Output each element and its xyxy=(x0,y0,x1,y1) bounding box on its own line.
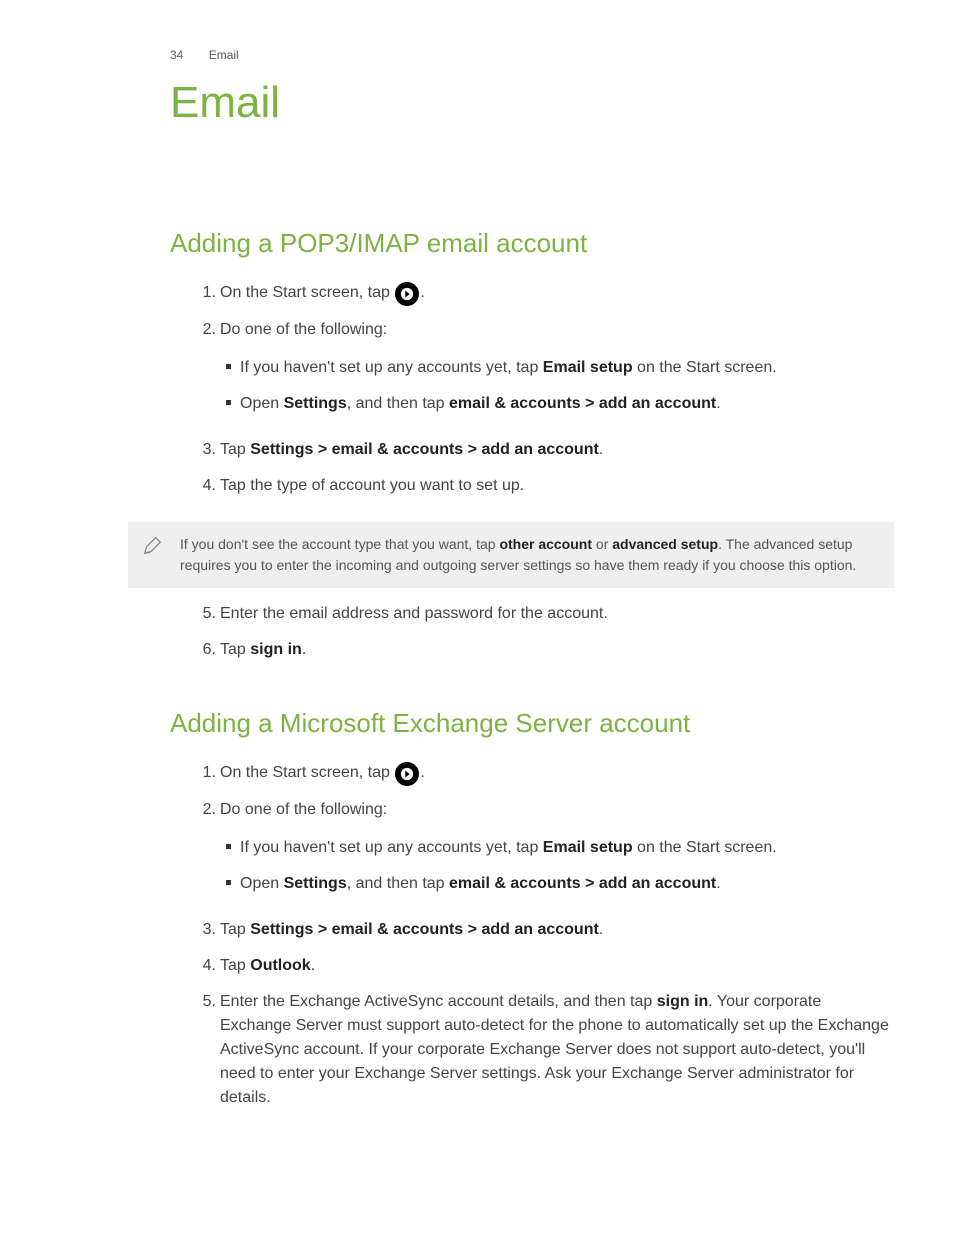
ui-label: sign in xyxy=(657,993,709,1010)
step-text: Tap xyxy=(220,921,250,938)
ui-label: advanced setup xyxy=(612,536,718,552)
step-item: On the Start screen, tap . xyxy=(220,755,894,792)
list-text: . xyxy=(716,395,720,412)
list-item: If you haven't set up any accounts yet, … xyxy=(240,350,894,386)
ui-label: Email setup xyxy=(543,359,633,376)
list-text: , and then tap xyxy=(347,395,449,412)
step-item: Tap Outlook. xyxy=(220,948,894,984)
steps-list-pop3: On the Start screen, tap . Do one of the… xyxy=(60,275,894,504)
note-text: If you don't see the account type that y… xyxy=(180,536,499,552)
section-heading-exchange: Adding a Microsoft Exchange Server accou… xyxy=(170,708,894,739)
step-item: Do one of the following: If you haven't … xyxy=(220,792,894,912)
arrow-right-icon xyxy=(395,762,419,786)
ui-label: Settings > email & accounts > add an acc… xyxy=(250,921,599,938)
step-item: Enter the email address and password for… xyxy=(220,596,894,632)
sub-list: If you haven't set up any accounts yet, … xyxy=(220,350,894,422)
ui-label: email & accounts > add an account xyxy=(449,875,716,892)
list-item: Open Settings, and then tap email & acco… xyxy=(240,386,894,422)
ui-label: sign in xyxy=(250,641,302,658)
ui-label: Outlook xyxy=(250,957,310,974)
step-item: On the Start screen, tap . xyxy=(220,275,894,312)
step-text: Do one of the following: xyxy=(220,321,387,338)
ui-label: email & accounts > add an account xyxy=(449,395,716,412)
step-text: Do one of the following: xyxy=(220,801,387,818)
list-text: on the Start screen. xyxy=(633,359,777,376)
sub-list: If you haven't set up any accounts yet, … xyxy=(220,830,894,902)
list-text: If you haven't set up any accounts yet, … xyxy=(240,839,543,856)
step-item: Enter the Exchange ActiveSync account de… xyxy=(220,984,894,1116)
list-text: If you haven't set up any accounts yet, … xyxy=(240,359,543,376)
step-text: On the Start screen, tap xyxy=(220,284,394,301)
ui-label: Settings > email & accounts > add an acc… xyxy=(250,441,599,458)
step-item: Tap the type of account you want to set … xyxy=(220,468,894,504)
list-text: Open xyxy=(240,395,284,412)
step-text: . xyxy=(311,957,315,974)
list-text: . xyxy=(716,875,720,892)
step-text: . xyxy=(599,441,603,458)
ui-label: Settings xyxy=(284,875,347,892)
list-text: on the Start screen. xyxy=(633,839,777,856)
step-item: Do one of the following: If you haven't … xyxy=(220,312,894,432)
step-text: . xyxy=(599,921,603,938)
step-text: Tap xyxy=(220,641,250,658)
step-text: Enter the Exchange ActiveSync account de… xyxy=(220,993,657,1010)
step-text: . xyxy=(420,764,424,781)
ui-label: other account xyxy=(499,536,592,552)
note-box: If you don't see the account type that y… xyxy=(128,522,894,588)
list-item: Open Settings, and then tap email & acco… xyxy=(240,866,894,902)
ui-label: Settings xyxy=(284,395,347,412)
step-item: Tap sign in. xyxy=(220,632,894,668)
list-item: If you haven't set up any accounts yet, … xyxy=(240,830,894,866)
page: 34 Email Email Adding a POP3/IMAP email … xyxy=(0,0,954,1235)
steps-list-pop3-cont: Enter the email address and password for… xyxy=(60,596,894,668)
step-item: Tap Settings > email & accounts > add an… xyxy=(220,432,894,468)
steps-list-exchange: On the Start screen, tap . Do one of the… xyxy=(60,755,894,1116)
step-item: Tap Settings > email & accounts > add an… xyxy=(220,912,894,948)
step-text: Tap the type of account you want to set … xyxy=(220,477,524,494)
list-text: Open xyxy=(240,875,284,892)
step-text: . xyxy=(302,641,306,658)
pencil-icon xyxy=(142,534,164,556)
step-text: Enter the email address and password for… xyxy=(220,605,608,622)
step-text: Tap xyxy=(220,441,250,458)
step-text: . xyxy=(420,284,424,301)
list-text: , and then tap xyxy=(347,875,449,892)
ui-label: Email setup xyxy=(543,839,633,856)
note-text: or xyxy=(592,536,612,552)
breadcrumb: Email xyxy=(209,48,239,62)
step-text: On the Start screen, tap xyxy=(220,764,394,781)
running-header: 34 Email xyxy=(170,48,894,62)
page-title: Email xyxy=(170,78,894,128)
section-heading-pop3: Adding a POP3/IMAP email account xyxy=(170,228,894,259)
page-number: 34 xyxy=(170,48,183,62)
step-text: Tap xyxy=(220,957,250,974)
arrow-right-icon xyxy=(395,282,419,306)
